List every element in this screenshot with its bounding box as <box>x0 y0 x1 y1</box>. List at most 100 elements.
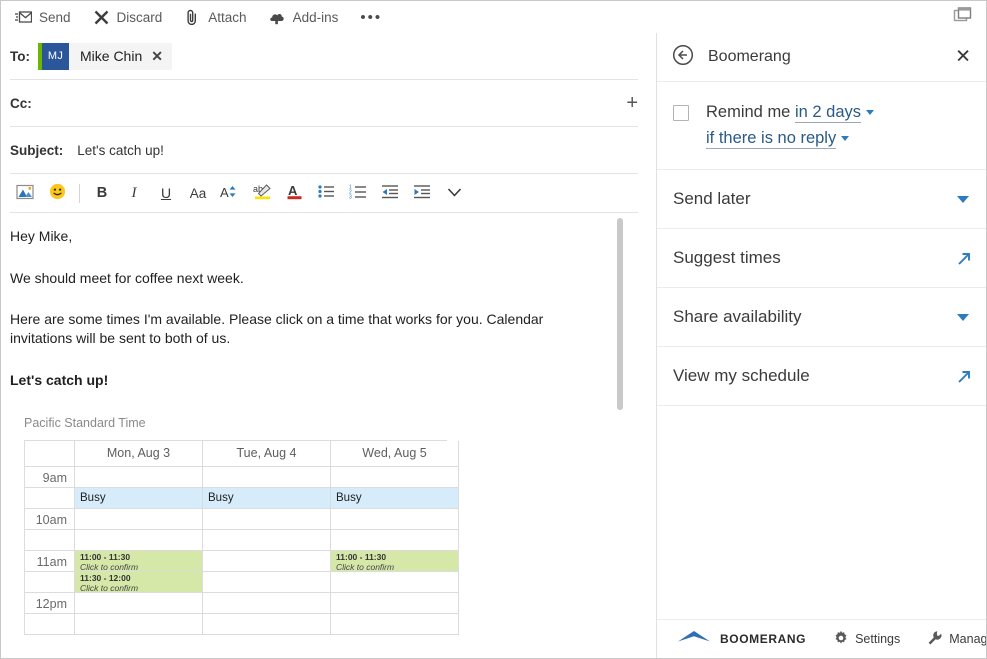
remind-when-dropdown[interactable]: in 2 days <box>795 103 861 123</box>
decrease-indent-button[interactable] <box>375 178 405 208</box>
calendar-slot[interactable] <box>203 467 331 488</box>
calendar-slot[interactable]: 11:00 - 11:30 Click to confirm <box>331 551 459 572</box>
highlight-button[interactable]: ab <box>247 178 277 208</box>
close-panel-button[interactable]: ✕ <box>955 48 971 67</box>
manage-label: Manage <box>949 632 987 646</box>
popout-window-icon <box>953 6 973 29</box>
subject-field-row[interactable]: Subject: Let's catch up! <box>10 127 638 174</box>
numbered-list-button[interactable]: 123 <box>343 178 373 208</box>
italic-button[interactable]: I <box>119 178 149 208</box>
available-slot[interactable]: 11:00 - 11:30 Click to confirm <box>75 551 202 571</box>
calendar-slot[interactable] <box>203 530 331 551</box>
calendar-slot[interactable]: Busy <box>203 488 331 509</box>
panel-item-view-my-schedule[interactable]: View my schedule <box>657 347 986 406</box>
calendar-slot[interactable] <box>331 572 459 593</box>
time-spacer <box>25 572 75 593</box>
boomerang-brand-label: BOOMERANG <box>720 632 806 646</box>
svg-text:A: A <box>288 183 298 198</box>
calendar-row-1230 <box>25 614 447 635</box>
avatar: MJ <box>42 43 69 70</box>
discard-button[interactable]: Discard <box>82 1 174 33</box>
busy-block[interactable]: Busy <box>75 488 202 508</box>
calendar-slot[interactable] <box>203 572 331 593</box>
recipient-chip[interactable]: MJ Mike Chin ✕ <box>38 43 172 70</box>
available-slot-note: Click to confirm <box>336 563 458 572</box>
remind-me-row[interactable]: Remind me in 2 days if there is no reply <box>657 82 986 170</box>
calendar-slot[interactable] <box>75 593 203 614</box>
calendar-slot[interactable] <box>203 614 331 635</box>
panel-item-suggest-times[interactable]: Suggest times <box>657 229 986 288</box>
bulleted-list-icon <box>318 184 335 202</box>
more-commands-button[interactable]: ••• <box>349 1 393 33</box>
calendar-slot[interactable]: 11:30 - 12:00 Click to confirm <box>75 572 203 593</box>
remind-me-checkbox[interactable] <box>673 105 689 121</box>
increase-indent-button[interactable] <box>407 178 437 208</box>
calendar-slot[interactable] <box>203 593 331 614</box>
settings-button[interactable]: Settings <box>833 630 900 649</box>
remove-recipient-icon[interactable]: ✕ <box>151 49 163 63</box>
caret-down-icon[interactable] <box>957 314 969 321</box>
calendar-slot[interactable] <box>331 593 459 614</box>
gear-icon <box>833 630 849 649</box>
calendar-slot[interactable]: 11:00 - 11:30 Click to confirm <box>75 551 203 572</box>
to-field-row[interactable]: To: MJ Mike Chin ✕ <box>10 33 638 80</box>
font-color-button[interactable]: A <box>279 178 309 208</box>
remind-me-prefix: Remind me <box>706 103 790 121</box>
available-slot[interactable]: 11:30 - 12:00 Click to confirm <box>75 572 202 592</box>
underline-button[interactable]: U <box>151 178 181 208</box>
calendar-slot[interactable] <box>75 467 203 488</box>
calendar-slot[interactable]: Busy <box>75 488 203 509</box>
panel-item-send-later[interactable]: Send later <box>657 170 986 229</box>
calendar-header-row: Mon, Aug 3 Tue, Aug 4 Wed, Aug 5 <box>25 441 447 467</box>
font-icon: Aa <box>190 186 207 201</box>
calendar-slot[interactable] <box>75 614 203 635</box>
cc-field-row[interactable]: Cc: + <box>10 80 638 127</box>
insert-picture-icon <box>16 184 34 203</box>
calendar-slot[interactable] <box>203 551 331 572</box>
emoji-icon <box>49 183 66 203</box>
calendar-slot[interactable] <box>75 509 203 530</box>
add-recipient-button[interactable]: + <box>626 93 638 113</box>
manage-button[interactable]: Manage <box>927 630 987 649</box>
insert-picture-button[interactable] <box>10 178 40 208</box>
remind-condition-dropdown[interactable]: if there is no reply <box>706 129 836 149</box>
send-button[interactable]: Send <box>1 1 82 33</box>
busy-block[interactable]: Busy <box>203 488 330 508</box>
font-size-button[interactable]: A <box>215 178 245 208</box>
bold-button[interactable]: B <box>87 178 117 208</box>
compose-window: Send Discard Attach Add-ins ••• <box>0 0 987 659</box>
back-button[interactable] <box>671 45 695 69</box>
font-button[interactable]: Aa <box>183 178 213 208</box>
body-scrollbar-thumb[interactable] <box>617 218 623 410</box>
underline-icon: U <box>161 185 171 201</box>
addins-button[interactable]: Add-ins <box>258 1 350 33</box>
subject-input[interactable]: Let's catch up! <box>71 143 164 158</box>
boomerang-brand[interactable]: BOOMERANG <box>677 629 806 649</box>
emoji-button[interactable] <box>42 178 72 208</box>
message-body[interactable]: Hey Mike, We should meet for coffee next… <box>1 213 655 635</box>
body-line-1: We should meet for coffee next week. <box>10 269 655 288</box>
calendar-slot[interactable]: Busy <box>331 488 459 509</box>
calendar-slot[interactable] <box>331 614 459 635</box>
caret-down-icon[interactable] <box>957 196 969 203</box>
attach-button[interactable]: Attach <box>173 1 257 33</box>
time-spacer <box>25 488 75 509</box>
more-formatting-button[interactable] <box>439 178 469 208</box>
calendar-slot[interactable] <box>331 467 459 488</box>
panel-footer: BOOMERANG Settings Manage <box>657 619 986 658</box>
chevron-down-icon[interactable] <box>866 110 874 115</box>
chevron-down-icon[interactable] <box>841 136 849 141</box>
calendar-slot[interactable] <box>331 509 459 530</box>
calendar-slot[interactable] <box>331 530 459 551</box>
body-line-2: Here are some times I'm available. Pleas… <box>10 310 575 348</box>
bulleted-list-button[interactable] <box>311 178 341 208</box>
calendar-slot[interactable] <box>203 509 331 530</box>
external-arrow-icon[interactable] <box>957 369 972 389</box>
popout-window-button[interactable] <box>950 5 976 29</box>
available-slot[interactable]: 11:00 - 11:30 Click to confirm <box>331 551 458 571</box>
calendar-slot[interactable] <box>75 530 203 551</box>
panel-item-share-availability[interactable]: Share availability <box>657 288 986 347</box>
busy-block[interactable]: Busy <box>331 488 458 508</box>
external-arrow-icon[interactable] <box>957 251 972 271</box>
panel-item-label: Share availability <box>673 307 802 327</box>
